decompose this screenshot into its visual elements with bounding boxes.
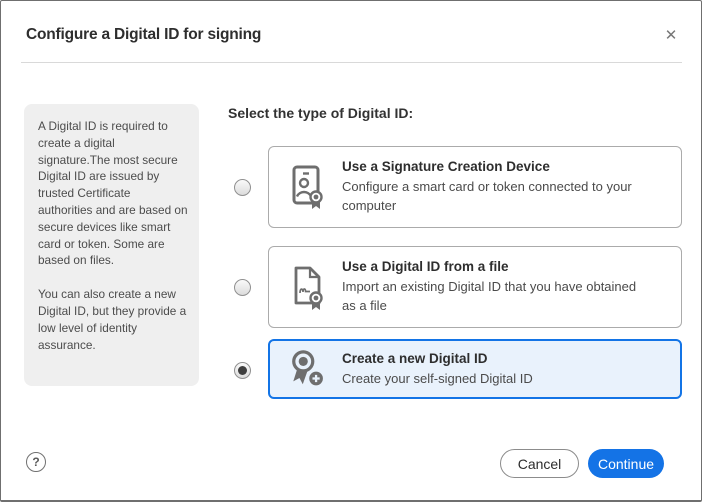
radio-dot [238,366,247,375]
option-text: Use a Signature Creation Device Configur… [342,159,681,215]
badge-plus-icon [289,348,327,390]
option-card-id-from-file[interactable]: Use a Digital ID from a file Import an e… [268,246,682,328]
cancel-button[interactable]: Cancel [500,449,579,478]
smart-card-badge-icon [289,164,327,210]
close-icon[interactable]: ✕ [660,25,682,47]
option-card-new-id[interactable]: Create a new Digital ID Create your self… [268,339,682,399]
configure-digital-id-dialog: Configure a Digital ID for signing ✕ A D… [0,0,702,502]
option-description: Configure a smart card or token connecte… [342,177,671,215]
option-description: Import an existing Digital ID that you h… [342,277,671,315]
option-title: Use a Digital ID from a file [342,259,671,274]
info-panel: A Digital ID is required to create a dig… [24,104,199,386]
info-paragraph-1: A Digital ID is required to create a dig… [38,118,191,269]
section-heading: Select the type of Digital ID: [228,105,413,121]
title-divider [21,62,682,63]
radio-option-signature-device[interactable] [234,179,251,196]
option-card-signature-device[interactable]: Use a Signature Creation Device Configur… [268,146,682,228]
option-title: Create a new Digital ID [342,351,670,366]
option-text: Create a new Digital ID Create your self… [342,351,680,388]
continue-button[interactable]: Continue [588,449,664,478]
file-badge-icon [289,264,327,310]
radio-option-id-from-file[interactable] [234,279,251,296]
radio-option-new-id[interactable] [234,362,251,379]
dialog-title: Configure a Digital ID for signing [26,26,261,44]
option-title: Use a Signature Creation Device [342,159,671,174]
help-button[interactable]: ? [26,452,46,472]
info-paragraph-2: You can also create a new Digital ID, bu… [38,286,191,353]
option-description: Create your self-signed Digital ID [342,369,670,388]
option-text: Use a Digital ID from a file Import an e… [342,259,681,315]
